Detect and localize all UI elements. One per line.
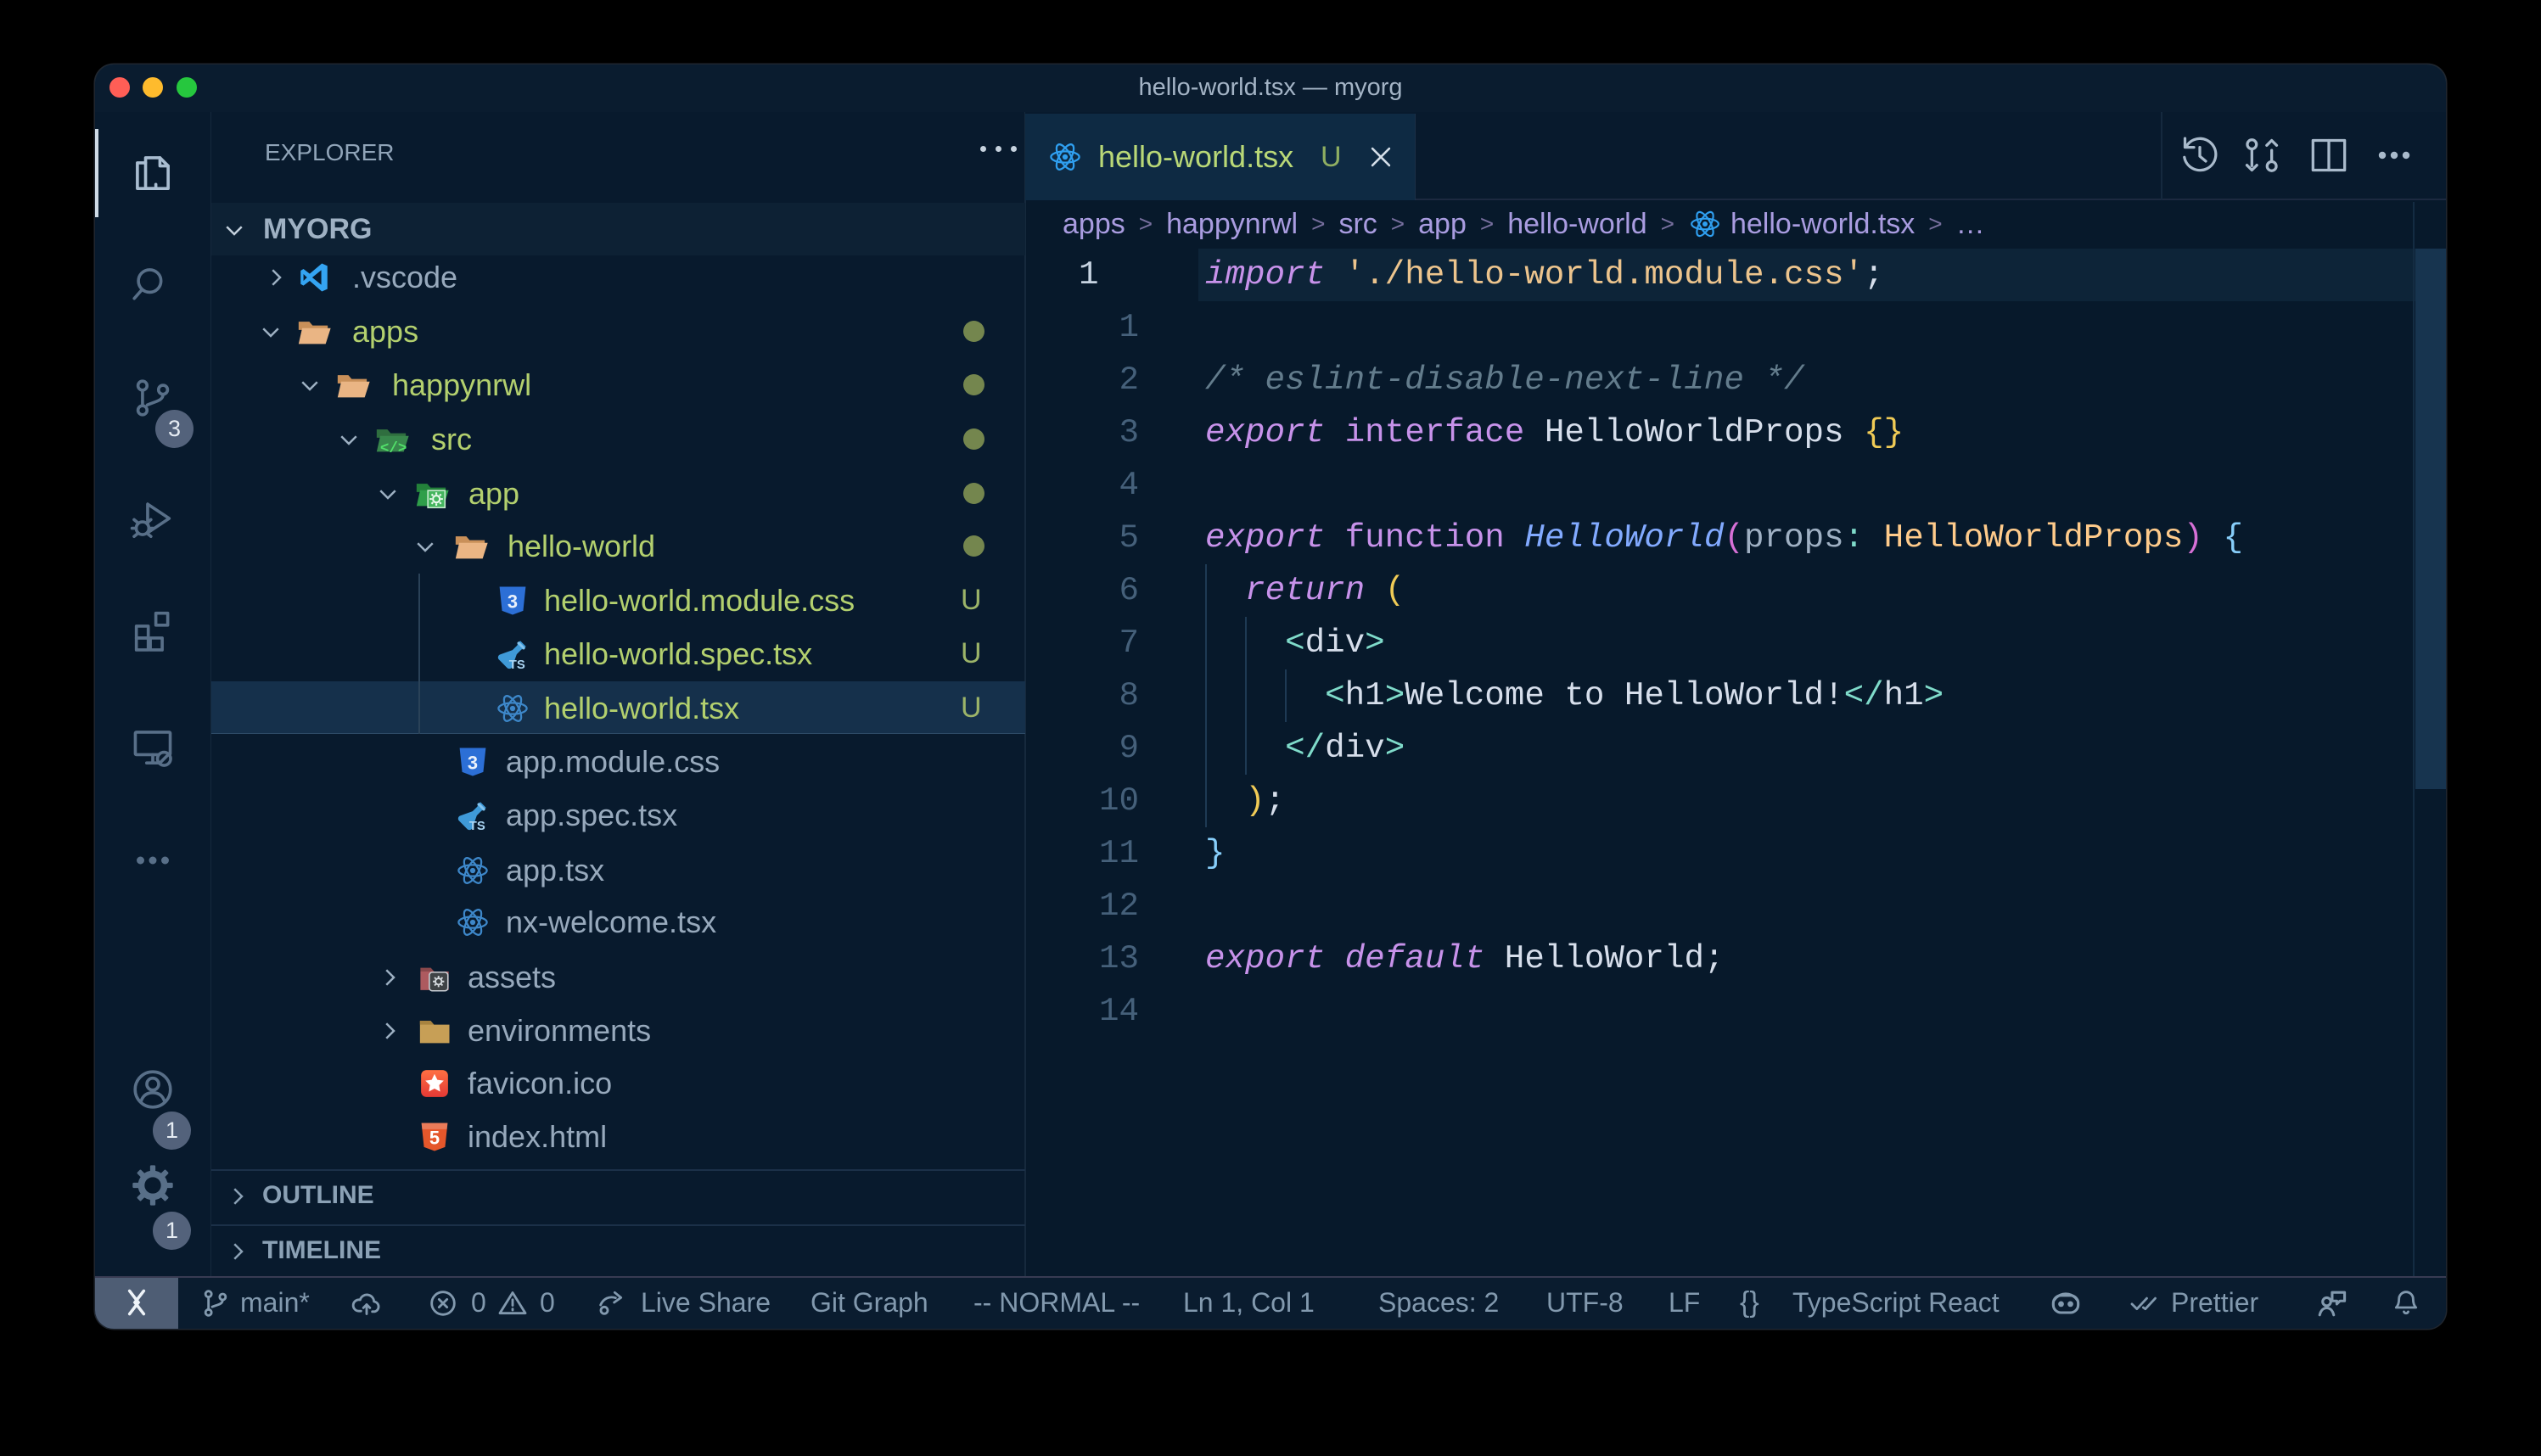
svg-text:5: 5 xyxy=(429,1127,440,1148)
svg-text:3: 3 xyxy=(468,752,478,773)
svg-text:3: 3 xyxy=(508,591,518,612)
svg-text:TS: TS xyxy=(509,658,525,672)
svg-text:TS: TS xyxy=(469,820,485,833)
svg-text:</>: </> xyxy=(380,440,407,456)
